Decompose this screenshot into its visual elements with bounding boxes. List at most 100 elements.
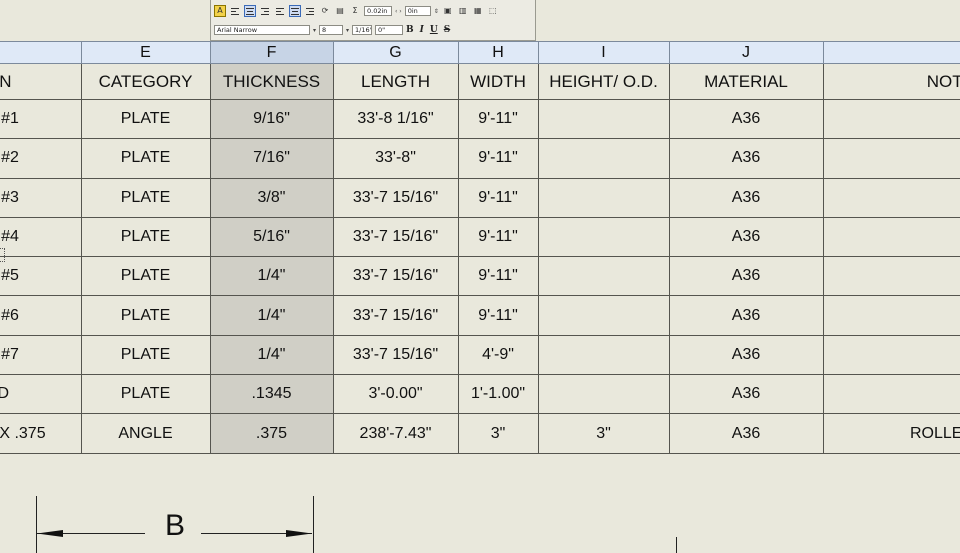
table-cell[interactable]: PLATE bbox=[80, 138, 211, 179]
table-cell[interactable] bbox=[822, 138, 960, 179]
column-header[interactable]: E bbox=[80, 41, 211, 64]
rotate-text-icon[interactable]: ⟳ bbox=[319, 5, 331, 17]
table-cell[interactable]: E #7 bbox=[0, 334, 82, 376]
row-resize-handle[interactable] bbox=[0, 248, 5, 262]
table-cell[interactable]: A36 bbox=[668, 256, 824, 297]
underline-button[interactable]: U bbox=[430, 25, 438, 35]
table-cell[interactable]: E #1 bbox=[0, 98, 82, 140]
table-cell[interactable]: 238'-7.43" bbox=[332, 413, 459, 454]
bold-button[interactable]: B bbox=[406, 25, 414, 35]
table-cell[interactable]: E #4 bbox=[0, 216, 82, 258]
column-header[interactable]: H bbox=[457, 41, 539, 64]
table-cell[interactable]: ROLLED bbox=[822, 413, 960, 454]
table-cell[interactable]: A36 bbox=[668, 413, 824, 454]
table-cell[interactable]: 9'-11" bbox=[457, 98, 539, 140]
column-header[interactable] bbox=[0, 41, 82, 64]
table-cell[interactable]: 1/4" bbox=[209, 295, 334, 336]
table-cell[interactable] bbox=[822, 98, 960, 140]
align-top-icon[interactable] bbox=[274, 5, 286, 17]
table-cell[interactable]: A36 bbox=[668, 295, 824, 336]
table-cell[interactable]: A36 bbox=[668, 374, 824, 415]
border-icon[interactable]: ▤ bbox=[334, 5, 346, 17]
table-cell[interactable]: A36 bbox=[668, 138, 824, 179]
table-cell[interactable]: PLATE bbox=[80, 374, 211, 415]
align-center-icon[interactable] bbox=[244, 5, 256, 17]
table-cell[interactable]: 1/4" bbox=[209, 334, 334, 376]
table-cell[interactable]: PLATE bbox=[80, 334, 211, 376]
table-cell[interactable]: E #5 bbox=[0, 256, 82, 297]
font-size-select[interactable]: 8 bbox=[319, 25, 344, 35]
size-dropdown-icon[interactable]: ▾ bbox=[346, 27, 349, 34]
table-cell[interactable]: 9/16" bbox=[209, 98, 334, 140]
align-middle-icon[interactable] bbox=[289, 5, 301, 17]
spin-arrows-icon[interactable]: ‹ › bbox=[395, 8, 402, 15]
table-cell[interactable]: 33'-7 15/16" bbox=[332, 256, 459, 297]
table-cell[interactable]: E #6 bbox=[0, 295, 82, 336]
insert-column-icon[interactable]: ▥ bbox=[457, 5, 469, 17]
table-cell[interactable]: 33'-8" bbox=[332, 138, 459, 179]
table-cell[interactable]: 33'-8 1/16" bbox=[332, 98, 459, 140]
spin-updown-icon[interactable]: ⇕ bbox=[434, 8, 439, 15]
sum-icon[interactable]: Σ bbox=[349, 5, 361, 17]
table-cell[interactable]: A36 bbox=[668, 334, 824, 376]
col-width-input[interactable]: 0.02in bbox=[364, 6, 392, 16]
table-cell[interactable]: 1'-1.00" bbox=[457, 374, 539, 415]
field-header-cell[interactable]: NOTE bbox=[822, 63, 960, 100]
table-cell[interactable]: 33'-7 15/16" bbox=[332, 334, 459, 376]
strikethrough-button[interactable]: S bbox=[444, 25, 451, 35]
table-cell[interactable]: PLATE bbox=[80, 256, 211, 297]
table-cell[interactable] bbox=[822, 216, 960, 258]
field-header-cell[interactable]: ON bbox=[0, 63, 82, 100]
table-cell[interactable]: A36 bbox=[668, 216, 824, 258]
table-cell[interactable] bbox=[537, 256, 670, 297]
table-cell[interactable] bbox=[537, 98, 670, 140]
properties-icon[interactable]: ▣ bbox=[442, 5, 454, 17]
table-cell[interactable]: PLATE bbox=[80, 295, 211, 336]
table-cell[interactable]: PLATE bbox=[80, 216, 211, 258]
table-cell[interactable]: 3/8" bbox=[209, 177, 334, 218]
align-right-icon[interactable] bbox=[259, 5, 271, 17]
table-cell[interactable]: A36 bbox=[668, 177, 824, 218]
cell-layout-icon[interactable]: ⬚ bbox=[487, 5, 499, 17]
table-cell[interactable] bbox=[537, 138, 670, 179]
column-header[interactable]: J bbox=[668, 41, 824, 64]
table-cell[interactable] bbox=[537, 374, 670, 415]
table-cell[interactable]: 9'-11" bbox=[457, 138, 539, 179]
table-cell[interactable]: 1/4" bbox=[209, 256, 334, 297]
table-cell[interactable]: PLATE bbox=[80, 177, 211, 218]
insert-row-icon[interactable]: ▦ bbox=[472, 5, 484, 17]
table-cell[interactable] bbox=[537, 295, 670, 336]
table-cell[interactable]: 9'-11" bbox=[457, 295, 539, 336]
table-cell[interactable]: A36 bbox=[668, 98, 824, 140]
table-cell[interactable] bbox=[537, 177, 670, 218]
text-style-icon[interactable]: A bbox=[214, 5, 226, 17]
table-cell[interactable] bbox=[822, 177, 960, 218]
table-cell[interactable] bbox=[822, 295, 960, 336]
align-left-icon[interactable] bbox=[229, 5, 241, 17]
table-cell[interactable]: 7/16" bbox=[209, 138, 334, 179]
table-cell[interactable] bbox=[822, 334, 960, 376]
field-header-cell[interactable]: WIDTH bbox=[457, 63, 539, 100]
italic-button[interactable]: I bbox=[420, 25, 424, 35]
table-cell[interactable] bbox=[537, 216, 670, 258]
table-cell[interactable]: ANGLE bbox=[80, 413, 211, 454]
table-cell[interactable]: 33'-7 15/16" bbox=[332, 216, 459, 258]
font-name-select[interactable]: Arial Narrow bbox=[214, 25, 310, 35]
table-cell[interactable]: 33'-7 15/16" bbox=[332, 177, 459, 218]
table-cell[interactable]: 3 X .375 bbox=[0, 413, 82, 454]
field-header-cell[interactable]: HEIGHT/ O.D. bbox=[537, 63, 670, 100]
table-cell[interactable]: 3" bbox=[457, 413, 539, 454]
table-cell[interactable]: 9'-11" bbox=[457, 177, 539, 218]
table-cell[interactable]: PLATE bbox=[80, 98, 211, 140]
table-cell[interactable]: .1345 bbox=[209, 374, 334, 415]
fraction-precision-input[interactable]: 1/16" bbox=[352, 25, 373, 35]
table-cell[interactable]: 3" bbox=[537, 413, 670, 454]
table-cell[interactable]: 9'-11" bbox=[457, 256, 539, 297]
table-cell[interactable]: 3'-0.00" bbox=[332, 374, 459, 415]
font-dropdown-icon[interactable]: ▾ bbox=[313, 27, 316, 34]
table-cell[interactable]: 4'-9" bbox=[457, 334, 539, 376]
row-offset-input[interactable]: 0in bbox=[404, 6, 431, 16]
table-cell[interactable] bbox=[537, 334, 670, 376]
align-bottom-icon[interactable] bbox=[304, 5, 316, 17]
field-header-cell[interactable]: CATEGORY bbox=[80, 63, 211, 100]
